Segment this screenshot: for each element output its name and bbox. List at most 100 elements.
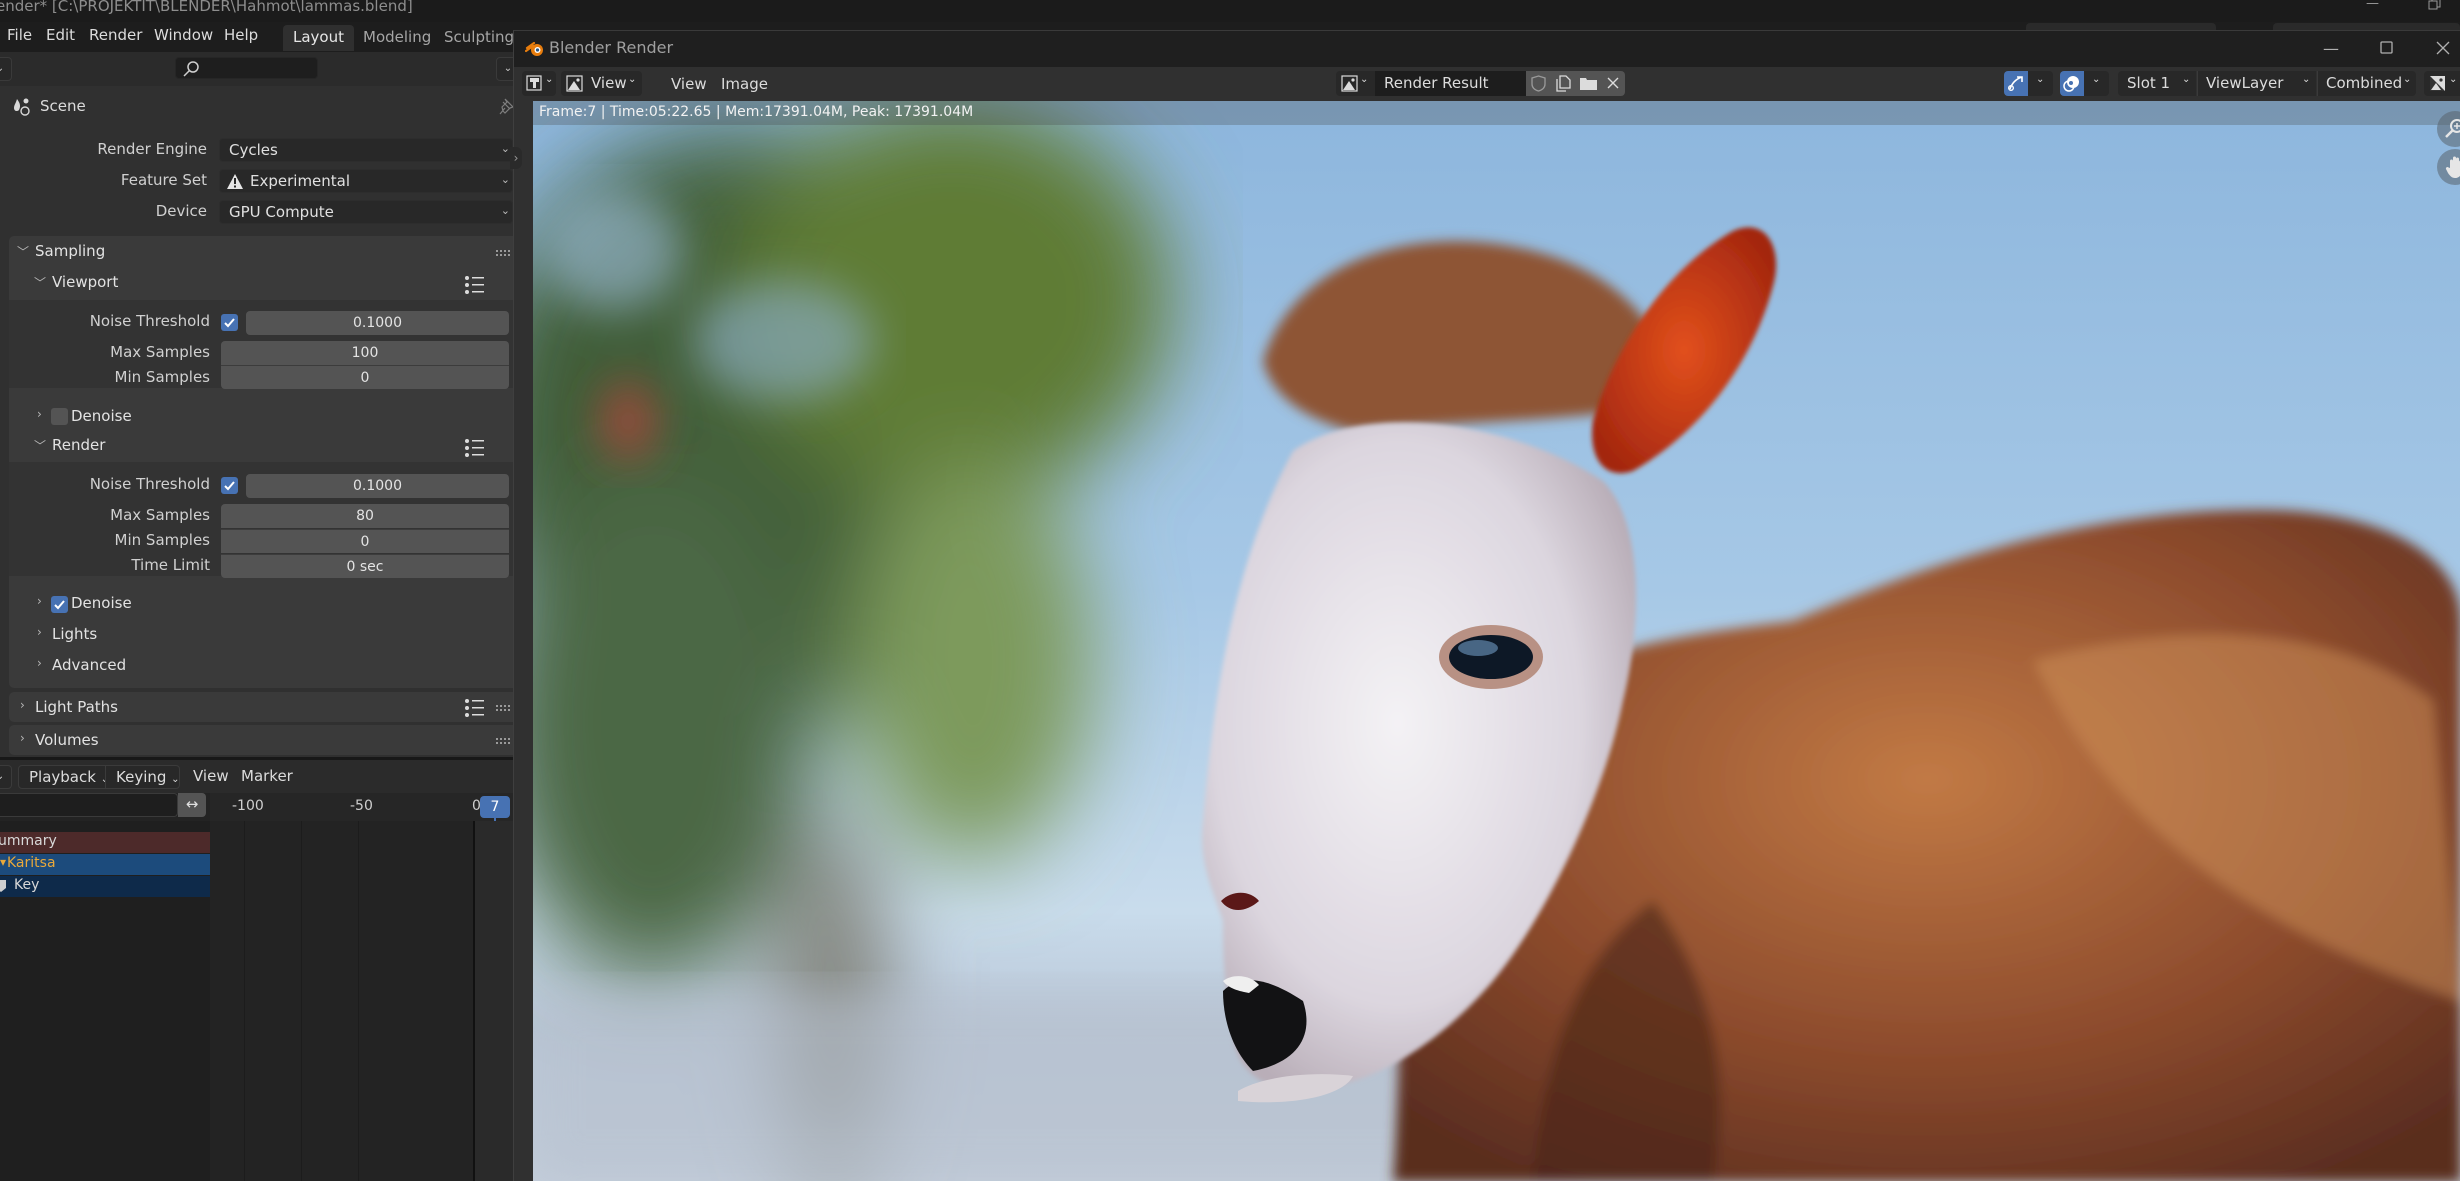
sampling-panel-header[interactable]: Sampling xyxy=(35,242,105,260)
render-noise-threshold-checkbox[interactable] xyxy=(221,477,238,494)
fake-user-button[interactable] xyxy=(1526,71,1551,96)
expand-arrow-icon[interactable]: › xyxy=(20,731,25,745)
time-limit-field[interactable]: 0 sec xyxy=(221,554,509,578)
feature-set-dropdown[interactable]: Experimental ⌄ xyxy=(219,169,513,193)
presets-list-icon[interactable] xyxy=(465,439,485,457)
render-subpanel-header[interactable]: Render xyxy=(52,436,105,454)
collapse-arrow-icon[interactable]: ﹀ xyxy=(17,243,29,260)
keying-menu[interactable]: Keying ⌄ xyxy=(105,765,180,789)
collapse-arrow-icon[interactable]: ﹀ xyxy=(34,437,46,454)
channel-object[interactable]: ▾ Karitsa xyxy=(0,854,210,875)
channel-summary[interactable]: ummary xyxy=(0,832,210,853)
chevron-down-icon: ⌄ xyxy=(2302,74,2311,85)
menu-view[interactable]: View xyxy=(671,75,707,93)
advanced-subpanel-header[interactable]: Advanced xyxy=(52,656,126,674)
tab-sculpting[interactable]: Sculpting xyxy=(434,25,524,51)
display-channels-dropdown[interactable]: ⌄ xyxy=(2424,71,2460,96)
minimize-icon[interactable]: — xyxy=(2323,39,2339,58)
presets-list-icon[interactable] xyxy=(465,276,485,294)
editor-type-dropdown[interactable]: ⌄ xyxy=(522,71,556,96)
collapse-arrow-icon[interactable]: ﹀ xyxy=(34,274,46,291)
image-editor-header: ⌄ View ⌄ View Image ⌄ Render Result ⌄ ⌄ … xyxy=(514,67,2460,101)
menu-edit[interactable]: Edit xyxy=(46,26,75,44)
menu-render[interactable]: Render xyxy=(89,26,142,44)
close-icon[interactable] xyxy=(2436,41,2450,55)
expand-arrow-icon[interactable]: › xyxy=(37,656,42,670)
slot-dropdown[interactable]: Slot 1 ⌄ xyxy=(2118,71,2196,96)
chevron-down-icon: ⌄ xyxy=(545,74,554,85)
expand-arrow-icon[interactable]: › xyxy=(37,594,42,608)
gizmo-dropdown[interactable]: ⌄ xyxy=(2028,71,2053,96)
viewport-min-samples-field[interactable]: 0 xyxy=(221,365,509,389)
image-icon xyxy=(1341,75,1358,92)
light-paths-panel-header[interactable]: Light Paths xyxy=(35,698,118,716)
menu-image[interactable]: Image xyxy=(721,75,768,93)
grid-line xyxy=(301,821,302,1181)
restore-icon[interactable] xyxy=(2428,0,2442,12)
swap-arrows-icon[interactable]: ↔ xyxy=(178,793,206,817)
timeline-view-menu[interactable]: View xyxy=(193,767,229,785)
menu-file[interactable]: File xyxy=(7,26,32,44)
maximize-icon[interactable] xyxy=(2380,41,2394,55)
timeline-marker-menu[interactable]: Marker xyxy=(241,767,293,785)
lights-subpanel-header[interactable]: Lights xyxy=(52,625,97,643)
render-denoise-label[interactable]: Denoise xyxy=(71,594,132,612)
overlays-dropdown[interactable]: ⌄ xyxy=(2084,71,2109,96)
view-mode-dropdown[interactable]: View ⌄ xyxy=(561,71,642,96)
render-pass-dropdown[interactable]: Combined ⌄ xyxy=(2317,71,2416,96)
toolbar-toggle-arrow-icon[interactable]: › xyxy=(510,147,522,169)
drag-grip-icon[interactable] xyxy=(496,738,512,746)
render-denoise-checkbox[interactable] xyxy=(51,596,68,613)
tab-modeling[interactable]: Modeling xyxy=(353,25,441,51)
viewport-denoise-label[interactable]: Denoise xyxy=(71,407,132,425)
image-editor-icon xyxy=(526,75,542,91)
presets-list-icon[interactable] xyxy=(465,699,485,717)
chevron-down-icon: ⌄ xyxy=(628,74,637,85)
browse-image-dropdown[interactable]: ⌄ xyxy=(1336,71,1375,96)
chevron-down-icon: ⌄ xyxy=(1360,74,1369,85)
current-frame-indicator[interactable]: 7 xyxy=(480,796,510,818)
view-layer-dropdown[interactable]: ViewLayer ⌄ xyxy=(2197,71,2316,96)
duplicate-image-button[interactable] xyxy=(1551,71,1576,96)
render-max-samples-label: Max Samples xyxy=(110,506,210,524)
scene-context-label: Scene xyxy=(40,97,86,115)
render-result-image[interactable]: Frame:7 | Time:05:22.65 | Mem:17391.04M,… xyxy=(533,101,2460,1181)
viewport-max-samples-field[interactable]: 100 xyxy=(221,341,509,365)
channel-filter-input[interactable] xyxy=(0,793,178,817)
tab-layout[interactable]: Layout xyxy=(283,25,354,51)
channel-key[interactable]: Key xyxy=(0,876,210,897)
view-mode-label: View xyxy=(591,74,627,92)
gizmo-toggle[interactable] xyxy=(2004,71,2028,96)
playback-menu[interactable]: Playback ⌄ xyxy=(18,765,109,789)
overlays-toggle[interactable] xyxy=(2060,71,2084,96)
render-noise-threshold-field[interactable]: 0.1000 xyxy=(246,474,509,498)
device-dropdown[interactable]: GPU Compute ⌄ xyxy=(219,200,513,224)
render-engine-dropdown[interactable]: Cycles ⌄ xyxy=(219,138,513,162)
editor-type-dropdown[interactable]: ⌄ xyxy=(0,765,12,789)
render-max-samples-field[interactable]: 80 xyxy=(221,504,509,528)
timeline-ruler[interactable]: -100 -50 0 xyxy=(210,793,513,821)
open-image-button[interactable] xyxy=(1576,71,1601,96)
image-name-field[interactable]: Render Result xyxy=(1375,71,1526,96)
volumes-panel-header[interactable]: Volumes xyxy=(35,731,99,749)
expand-arrow-icon[interactable]: › xyxy=(37,407,42,421)
editor-type-dropdown[interactable]: ⌄ xyxy=(0,57,12,81)
pin-icon[interactable] xyxy=(496,96,514,116)
viewport-noise-threshold-field[interactable]: 0.1000 xyxy=(246,311,509,335)
minimize-icon[interactable]: — xyxy=(2366,0,2379,11)
drag-grip-icon[interactable] xyxy=(496,250,512,258)
menu-window[interactable]: Window xyxy=(154,26,213,44)
viewport-noise-threshold-checkbox[interactable] xyxy=(221,314,238,331)
expand-arrow-icon[interactable]: › xyxy=(37,625,42,639)
menu-help[interactable]: Help xyxy=(224,26,258,44)
properties-search-input[interactable] xyxy=(175,57,318,79)
viewport-subpanel-header[interactable]: Viewport xyxy=(52,273,118,291)
properties-header: ⌄ ⌄ xyxy=(0,52,520,86)
render-engine-label: Render Engine xyxy=(97,140,207,158)
drag-grip-icon[interactable] xyxy=(496,705,512,713)
viewport-denoise-checkbox[interactable] xyxy=(51,408,68,425)
unlink-image-button[interactable] xyxy=(1601,71,1625,96)
expand-arrow-icon[interactable]: › xyxy=(20,698,25,712)
time-limit-label: Time Limit xyxy=(131,556,210,574)
render-min-samples-field[interactable]: 0 xyxy=(221,529,509,553)
